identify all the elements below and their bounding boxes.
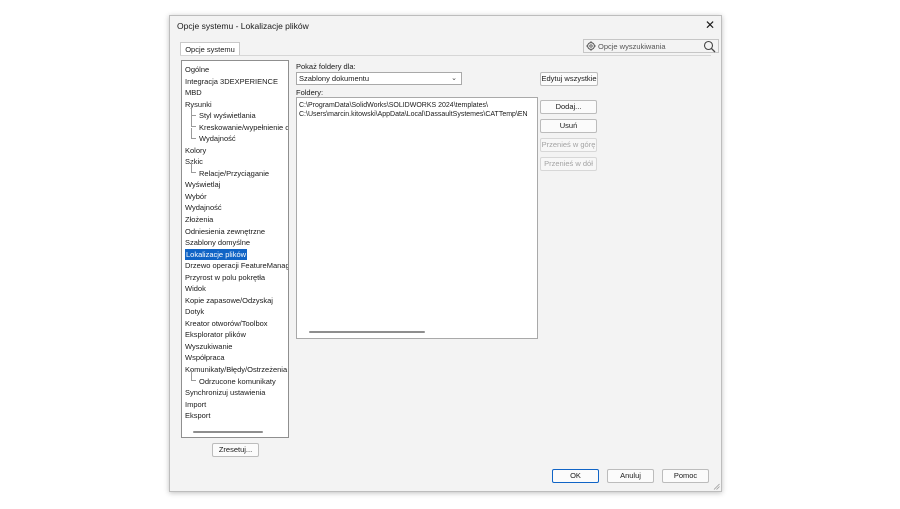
help-button[interactable]: Pomoc (662, 469, 709, 483)
tree-item-backup-recover[interactable]: Kopie zapasowe/Odzyskaj (185, 295, 273, 306)
move-up-button[interactable]: Przenieś w górę (540, 138, 597, 152)
title-bar: Opcje systemu - Lokalizacje plików ✕ (170, 16, 721, 36)
close-icon[interactable]: ✕ (703, 17, 717, 33)
tree-item-hatch-fill[interactable]: Kreskowanie/wypełnienie o (199, 122, 288, 133)
tree-item-drawing-performance[interactable]: Wydajność (199, 133, 236, 144)
tree-item-selection[interactable]: Wybór (185, 191, 207, 202)
remove-button[interactable]: Usuń (540, 119, 597, 133)
tree-item-featuremanager[interactable]: Drzewo operacji FeatureManag (185, 260, 288, 271)
cancel-button[interactable]: Anuluj (607, 469, 654, 483)
tree-item-touch[interactable]: Dotyk (185, 306, 204, 317)
tree-horizontal-scrollbar[interactable] (193, 431, 263, 433)
edit-all-button[interactable]: Edytuj wszystkie (540, 72, 598, 86)
tab-system-options[interactable]: Opcje systemu (180, 42, 240, 56)
options-tree[interactable]: Ogólne Integracja 3DEXPERIENCE MBD Rysun… (181, 60, 289, 438)
tree-item-3dexperience[interactable]: Integracja 3DEXPERIENCE (185, 76, 278, 87)
tree-item-search[interactable]: Wyszukiwanie (185, 341, 232, 352)
tree-connector (191, 116, 196, 127)
tree-item-display-style[interactable]: Styl wyświetlania (199, 110, 256, 121)
show-folders-label: Pokaż foldery dla: (296, 62, 356, 71)
tree-item-relations-snaps[interactable]: Relacje/Przyciąganie (199, 168, 269, 179)
tree-item-messages-errors-warnings[interactable]: Komunikaty/Błędy/Ostrzeżenia (185, 364, 287, 375)
tree-item-external-references[interactable]: Odniesienia zewnętrzne (185, 226, 265, 237)
tree-item-performance[interactable]: Wydajność (185, 202, 222, 213)
tree-item-dismissed-messages[interactable]: Odrzucone komunikaty (199, 376, 276, 387)
show-folders-value: Szablony dokumentu (299, 74, 370, 83)
folders-horizontal-scrollbar[interactable] (309, 331, 425, 333)
reset-button[interactable]: Zresetuj... (212, 443, 259, 457)
ok-button[interactable]: OK (552, 469, 599, 483)
move-down-button[interactable]: Przenieś w dół (540, 157, 597, 171)
tree-item-hole-wizard-toolbox[interactable]: Kreator otworów/Toolbox (185, 318, 268, 329)
tab-divider (180, 55, 711, 56)
tree-item-mbd[interactable]: MBD (185, 87, 202, 98)
tree-connector (191, 128, 196, 139)
tree-connector (191, 370, 196, 381)
tree-item-assemblies[interactable]: Złożenia (185, 214, 213, 225)
tree-item-colors[interactable]: Kolory (185, 145, 206, 156)
tree-item-display[interactable]: Wyświetlaj (185, 179, 220, 190)
tree-item-file-locations[interactable]: Lokalizacje plików (185, 249, 248, 260)
show-folders-select[interactable]: Szablony dokumentu ⌄ (296, 72, 462, 85)
tree-connector (191, 162, 196, 173)
tree-item-default-templates[interactable]: Szablony domyślne (185, 237, 250, 248)
tree-item-export[interactable]: Eksport (185, 410, 210, 421)
tree-item-general[interactable]: Ogólne (185, 64, 209, 75)
chevron-down-icon: ⌄ (451, 75, 457, 82)
tree-item-collaboration[interactable]: Współpraca (185, 352, 225, 363)
tree-item-drawings[interactable]: Rysunki (185, 99, 212, 110)
folders-list[interactable]: C:\ProgramData\SolidWorks\SOLIDWORKS 202… (296, 97, 538, 339)
add-button[interactable]: Dodaj... (540, 100, 597, 114)
system-options-dialog: Opcje systemu - Lokalizacje plików ✕ Opc… (169, 15, 722, 492)
search-icon[interactable] (703, 40, 716, 53)
folder-path-item[interactable]: C:\Users\marcin.kitowski\AppData\Local\D… (299, 110, 528, 119)
tree-item-view[interactable]: Widok (185, 283, 206, 294)
folders-label: Foldery: (296, 88, 324, 97)
tree-item-import[interactable]: Import (185, 399, 206, 410)
resize-grip-icon[interactable] (713, 483, 720, 490)
dialog-title: Opcje systemu - Lokalizacje plików (177, 21, 309, 31)
search-options-field[interactable]: Opcje wyszukiwania (583, 39, 719, 53)
gear-icon (586, 41, 596, 51)
tree-connector (191, 105, 196, 116)
tree-item-spin-box-increments[interactable]: Przyrost w polu pokrętła (185, 272, 265, 283)
tree-item-synchronize-settings[interactable]: Synchronizuj ustawienia (185, 387, 265, 398)
tree-item-file-explorer[interactable]: Eksplorator plików (185, 329, 246, 340)
search-placeholder: Opcje wyszukiwania (598, 42, 666, 51)
folder-path-item[interactable]: C:\ProgramData\SolidWorks\SOLIDWORKS 202… (299, 101, 488, 110)
